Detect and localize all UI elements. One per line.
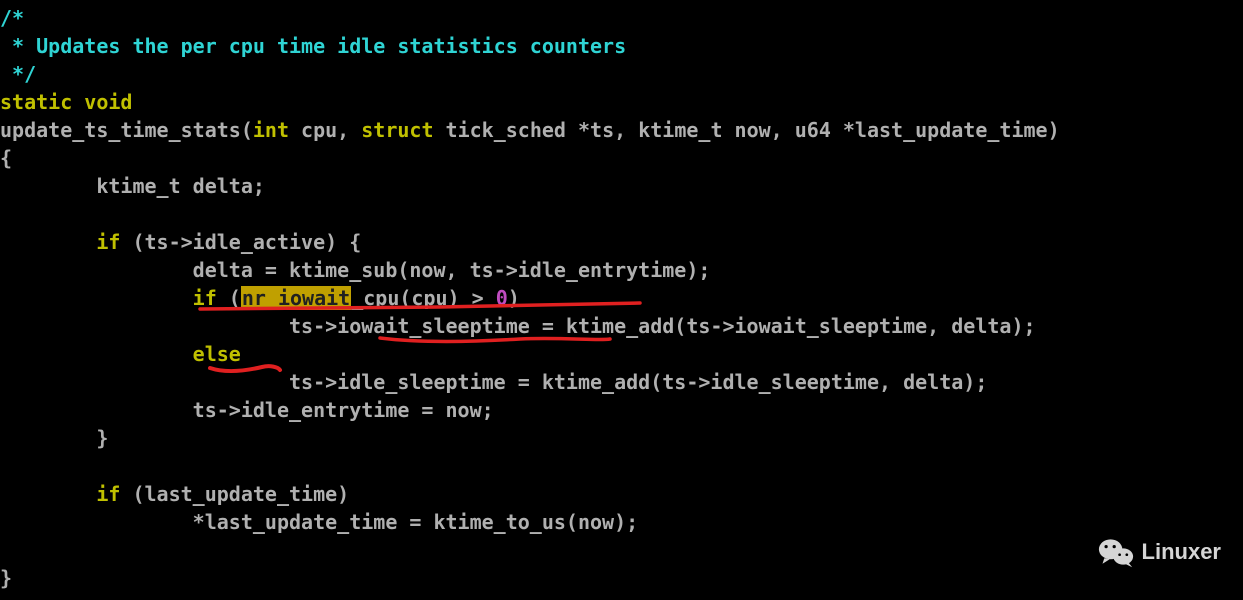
if1-cond: (ts->idle_active) { xyxy=(120,230,361,254)
watermark: Linuxer xyxy=(1098,536,1221,568)
if1-close-brace: } xyxy=(0,426,108,450)
line-last-update: *last_update_time = ktime_to_us(now); xyxy=(0,510,638,534)
if2-indent xyxy=(0,286,193,310)
kw-static: static xyxy=(0,90,72,114)
line-iowait-sleeptime: ts->iowait_sleeptime = ktime_add(ts->iow… xyxy=(0,314,1036,338)
if1-indent xyxy=(0,230,96,254)
comment-body: * Updates the per cpu time idle statisti… xyxy=(0,34,626,58)
kw-if-3: if xyxy=(96,482,120,506)
line-decl: ktime_t delta; xyxy=(0,174,265,198)
sig-open: ( xyxy=(241,118,253,142)
line-idle-entrytime: ts->idle_entrytime = now; xyxy=(0,398,494,422)
brace-close: } xyxy=(0,566,12,590)
fn-name: update_ts_time_stats xyxy=(0,118,241,142)
line-idle-sleeptime: ts->idle_sleeptime = ktime_add(ts->idle_… xyxy=(0,370,987,394)
if2-close: ) xyxy=(508,286,520,310)
if3-indent xyxy=(0,482,96,506)
sig-cpu: cpu, xyxy=(289,118,361,142)
if2-open: ( xyxy=(217,286,241,310)
if2-after-hl: _cpu(cpu) > xyxy=(351,286,496,310)
sig-ts: tick_sched *ts, ktime_t now, u64 *last_u… xyxy=(434,118,1060,142)
brace-open: { xyxy=(0,146,12,170)
comment-close: */ xyxy=(0,62,36,86)
kw-struct: struct xyxy=(361,118,433,142)
if3-cond: (last_update_time) xyxy=(120,482,349,506)
kw-if-1: if xyxy=(96,230,120,254)
kw-void: void xyxy=(84,90,132,114)
num-zero: 0 xyxy=(496,286,508,310)
search-highlight-nr-iowait: nr_iowait xyxy=(241,286,351,310)
line-delta-assign: delta = ktime_sub(now, ts->idle_entrytim… xyxy=(0,258,710,282)
source-code: /* * Updates the per cpu time idle stati… xyxy=(0,0,1243,592)
wechat-icon xyxy=(1098,536,1134,568)
watermark-label: Linuxer xyxy=(1142,538,1221,566)
kw-int: int xyxy=(253,118,289,142)
code-viewer: /* * Updates the per cpu time idle stati… xyxy=(0,0,1243,600)
kw-if-2: if xyxy=(193,286,217,310)
comment-open: /* xyxy=(0,6,24,30)
kw-else: else xyxy=(193,342,241,366)
else-indent xyxy=(0,342,193,366)
